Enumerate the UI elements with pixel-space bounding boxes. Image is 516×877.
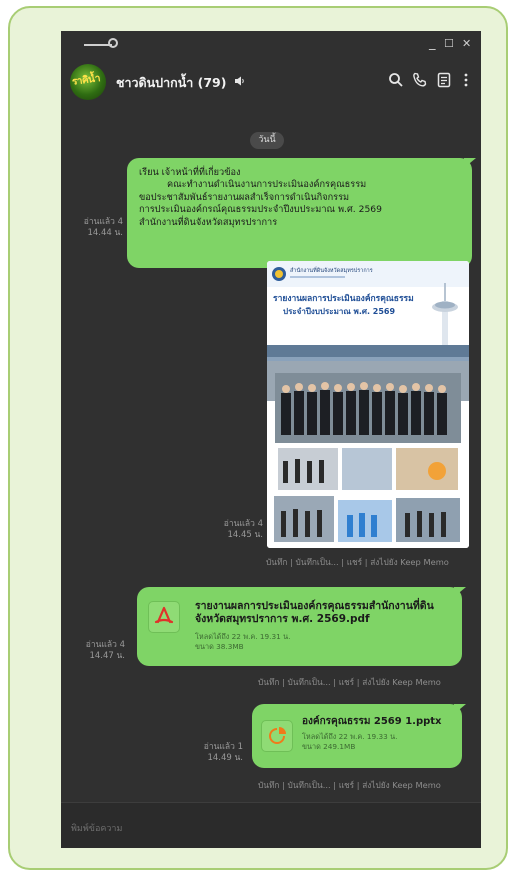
text-message-bubble[interactable]: เรียน เจ้าหน้าที่ที่เกี่ยวข้อง คณะทำงานด… <box>127 158 476 268</box>
maximize-button[interactable]: ☐ <box>444 36 454 52</box>
poster-title-1: รายงานผลการประเมินองค์กรคุณธรรม <box>273 293 414 304</box>
image-message[interactable]: สำนักงานที่ดินจังหวัดสมุทรปราการ รายงานผ… <box>267 261 469 548</box>
close-button[interactable]: ✕ <box>462 36 471 52</box>
file-name: องค์กรคุณธรรม 2569 1.pptx <box>302 716 442 727</box>
avatar-text: ราคิน้ำ <box>71 73 101 88</box>
message-meta: อ่านแล้ว 4 14.44 น. <box>75 217 123 239</box>
pptx-icon <box>261 720 293 752</box>
poster-title-2: ประจำปีงบประมาณ พ.ศ. 2569 <box>283 306 395 316</box>
title-bar: _ ☐ ✕ <box>61 31 481 59</box>
message-line: ขอประชาสัมพันธ์รายงานผลสำเร็จการดำเนินกิ… <box>139 191 350 203</box>
file-name: รายงานผลการประเมินองค์กรคุณธรรมสำนักงานท… <box>195 600 434 625</box>
message-line: การประเมินองค์กรณ์คุณธรรมประจำปีงบประมาณ… <box>139 204 382 216</box>
avatar[interactable]: ราคิน้ำ <box>70 64 106 100</box>
more-icon[interactable] <box>457 71 475 89</box>
input-placeholder: พิมพ์ข้อความ <box>71 824 123 834</box>
speaker-icon <box>235 76 244 86</box>
read-status: อ่านแล้ว 1 <box>203 742 243 752</box>
message-meta: อ่านแล้ว 1 14.49 น. <box>191 742 243 764</box>
report-poster-image: สำนักงานที่ดินจังหวัดสมุทรปราการ รายงานผ… <box>267 261 469 548</box>
timestamp: 14.44 น. <box>87 228 123 238</box>
chat-window: _ ☐ ✕ ราคิน้ำ ชาวดินปากน้ำ (79) วันนี้ อ… <box>61 31 481 848</box>
read-status: อ่านแล้ว 4 <box>83 217 123 227</box>
file-actions[interactable]: บันทึก | บันทึกเป็น... | แชร์ | ส่งไปยัง… <box>258 778 441 792</box>
read-status: อ่านแล้ว 4 <box>85 640 125 650</box>
file-size: ขนาด 249.1MB <box>302 742 356 751</box>
pdf-icon <box>148 601 180 633</box>
bubble-tail <box>454 587 466 597</box>
file-message-bubble[interactable]: รายงานผลการประเมินองค์กรคุณธรรมสำนักงานท… <box>137 587 466 666</box>
message-line: เรียน เจ้าหน้าที่ที่เกี่ยวข้อง <box>139 167 241 178</box>
search-icon[interactable] <box>387 71 405 89</box>
date-divider: วันนี้ <box>250 132 284 149</box>
timestamp: 14.45 น. <box>227 530 263 540</box>
minimize-button[interactable]: _ <box>429 36 436 52</box>
read-status: อ่านแล้ว 4 <box>223 519 263 529</box>
chat-header: ราคิน้ำ ชาวดินปากน้ำ (79) <box>61 59 481 103</box>
file-expiry: โหลดได้ถึง 22 พ.ค. 19.31 น. <box>195 632 291 641</box>
message-meta: อ่านแล้ว 4 14.47 น. <box>75 640 125 662</box>
message-meta: อ่านแล้ว 4 14.45 น. <box>211 519 263 541</box>
file-actions[interactable]: บันทึก | บันทึกเป็น... | แชร์ | ส่งไปยัง… <box>258 675 441 689</box>
image-actions[interactable]: บันทึก | บันทึกเป็น... | แชร์ | ส่งไปยัง… <box>266 555 449 569</box>
message-input[interactable]: พิมพ์ข้อความ <box>61 802 481 848</box>
phone-icon[interactable] <box>411 71 429 89</box>
file-expiry: โหลดได้ถึง 22 พ.ค. 19.33 น. <box>302 732 398 741</box>
poster-header: สำนักงานที่ดินจังหวัดสมุทรปราการ <box>290 266 373 274</box>
bubble-tail <box>454 704 466 714</box>
timestamp: 14.47 น. <box>89 651 125 661</box>
timestamp: 14.49 น. <box>207 753 243 763</box>
file-message-bubble[interactable]: องค์กรคุณธรรม 2569 1.pptx โหลดได้ถึง 22 … <box>252 704 466 768</box>
message-line: สำนักงานที่ดินจังหวัดสมุทรปราการ <box>139 216 278 228</box>
bubble-tail <box>464 158 476 168</box>
notes-icon[interactable] <box>435 71 453 89</box>
pin-ring <box>108 38 118 48</box>
message-line: คณะทำงานดำเนินงานการประเมินองค์กรคุณธรรม <box>167 179 367 191</box>
file-size: ขนาด 38.3MB <box>195 642 244 651</box>
chat-title[interactable]: ชาวดินปากน้ำ (79) <box>116 73 226 93</box>
